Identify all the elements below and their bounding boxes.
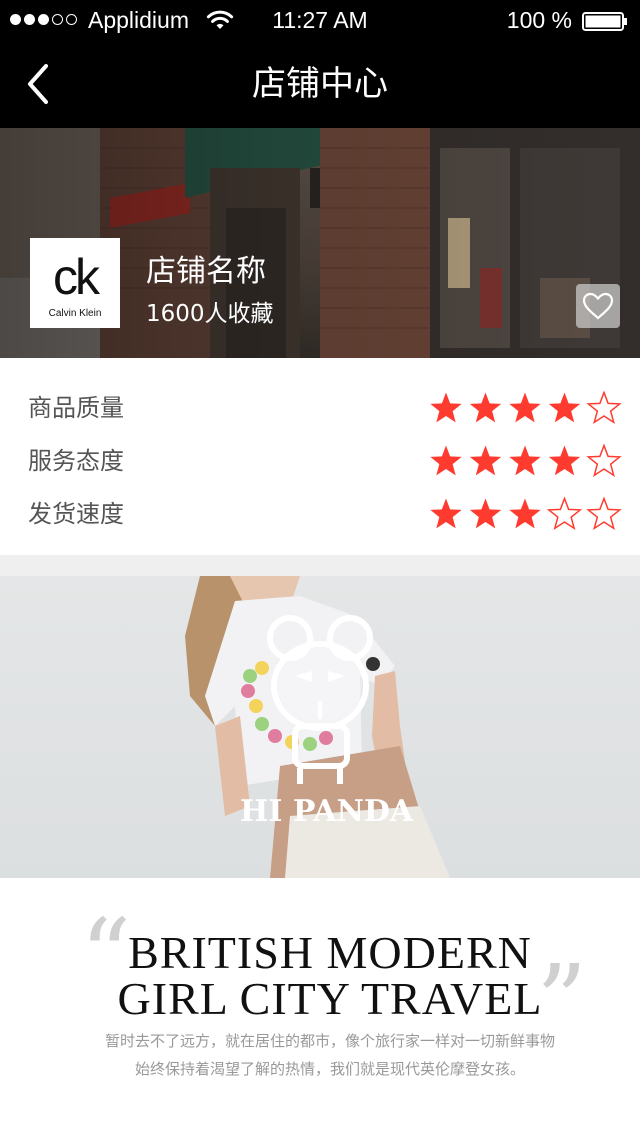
- star-filled-icon: [430, 445, 462, 476]
- star-rating: [430, 496, 622, 531]
- star-filled-icon: [469, 498, 502, 529]
- rating-label: 发货速度: [28, 500, 124, 528]
- brand-logo-text: HI PANDA: [240, 794, 414, 829]
- shop-favorite-count: 1600人收藏: [146, 301, 274, 327]
- star-filled-icon: [430, 498, 462, 529]
- star-filled-icon: [430, 392, 462, 423]
- star-filled-icon: [548, 392, 581, 423]
- chevron-left-icon: [28, 64, 48, 104]
- heart-outline-icon: [582, 292, 614, 320]
- rating-label: 服务态度: [28, 447, 124, 475]
- star-filled-icon: [509, 498, 541, 529]
- star-empty-icon: [586, 496, 622, 531]
- shop-header-banner: ck Calvin Klein 店铺名称 1600人收藏: [0, 128, 640, 358]
- shop-logo: ck Calvin Klein: [30, 238, 120, 328]
- star-filled-icon: [548, 445, 581, 476]
- shop-ratings: 商品质量 服务态度 发货速度: [0, 358, 640, 555]
- tagline-description-line-1: 暂时去不了远方，就在居住的都市，像个旅行家一样对一切新鲜事物: [104, 1032, 555, 1050]
- shop-name: 店铺名称: [146, 254, 266, 289]
- star-filled-icon: [469, 445, 502, 476]
- logo-mark: ck: [53, 249, 100, 305]
- product-banner[interactable]: HI PANDA: [0, 576, 640, 878]
- campaign-tagline: “ BRITISH MODERN GIRL CITY TRAVEL ” 暂时去不…: [0, 878, 640, 1136]
- star-empty-icon: [586, 390, 622, 425]
- star-filled-icon: [509, 392, 541, 423]
- battery-percent: 100 %: [506, 7, 572, 33]
- battery-full-icon: [582, 12, 627, 31]
- page-title: 店铺中心: [252, 64, 388, 104]
- navigation-bar: 店铺中心: [0, 40, 640, 128]
- tagline-description-line-2: 始终保持着渴望了解的热情，我们就是现代英伦摩登女孩。: [134, 1060, 525, 1078]
- rating-row: 商品质量: [0, 382, 640, 435]
- star-rating: [430, 390, 622, 425]
- rating-row: 发货速度: [0, 488, 640, 541]
- model-photo: [185, 576, 450, 878]
- star-filled-icon: [509, 445, 541, 476]
- section-divider: [0, 555, 640, 576]
- rating-row: 服务态度: [0, 435, 640, 488]
- favorite-button[interactable]: [576, 284, 620, 328]
- logo-brand-name: Calvin Klein: [48, 308, 102, 319]
- app-header: Applidium 11:27 AM 100 % 店铺中心: [0, 0, 640, 128]
- back-button[interactable]: [14, 58, 64, 110]
- star-empty-icon: [546, 496, 583, 531]
- rating-label: 商品质量: [28, 394, 124, 422]
- star-empty-icon: [586, 443, 622, 478]
- status-bar: Applidium 11:27 AM 100 %: [0, 0, 640, 40]
- star-filled-icon: [469, 392, 502, 423]
- star-rating: [430, 443, 622, 478]
